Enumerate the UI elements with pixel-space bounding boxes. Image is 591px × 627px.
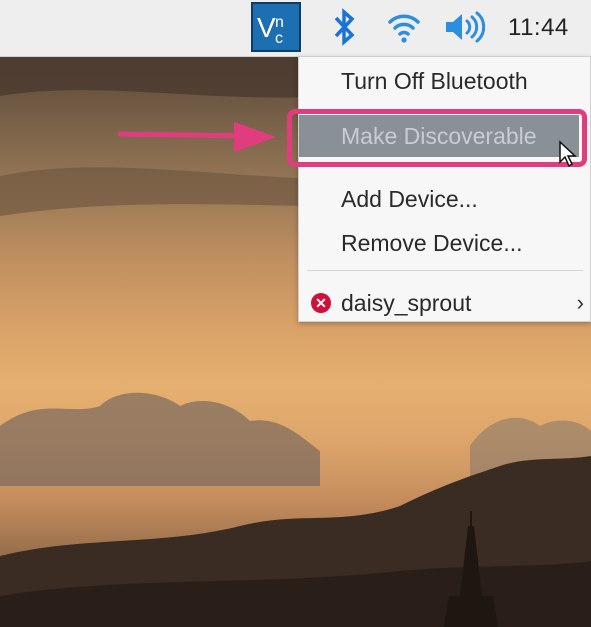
bluetooth-menu: Turn Off Bluetooth Make Discoverable Add…	[298, 56, 591, 322]
vnc-icon[interactable]: V n c	[251, 2, 301, 52]
svg-text:n: n	[275, 14, 284, 31]
menu-item-device-daisy-sprout[interactable]: ✕ daisy_sprout ›	[299, 283, 590, 323]
mouse-cursor-icon	[559, 140, 577, 168]
svg-text:V: V	[257, 12, 276, 43]
menu-item-label: Add Device...	[341, 186, 478, 212]
device-name: daisy_sprout	[341, 290, 472, 316]
menu-item-turn-off-bluetooth[interactable]: Turn Off Bluetooth	[299, 61, 590, 101]
annotation-highlight-box	[287, 109, 587, 167]
menu-item-add-device[interactable]: Add Device...	[299, 179, 590, 219]
svg-text:c: c	[275, 30, 283, 47]
annotation-arrow-icon	[118, 122, 276, 152]
menu-item-label: Remove Device...	[341, 230, 523, 256]
disconnected-icon: ✕	[311, 293, 331, 313]
clock[interactable]: 11:44	[508, 14, 569, 42]
taskbar: V n c 11:44	[0, 0, 591, 57]
wifi-icon[interactable]	[384, 7, 424, 47]
menu-item-label: Turn Off Bluetooth	[341, 68, 528, 94]
menu-item-remove-device[interactable]: Remove Device...	[299, 223, 590, 263]
volume-icon[interactable]	[442, 7, 488, 47]
bluetooth-icon[interactable]	[330, 7, 360, 47]
chevron-right-icon: ›	[576, 290, 584, 315]
menu-separator	[307, 270, 583, 271]
